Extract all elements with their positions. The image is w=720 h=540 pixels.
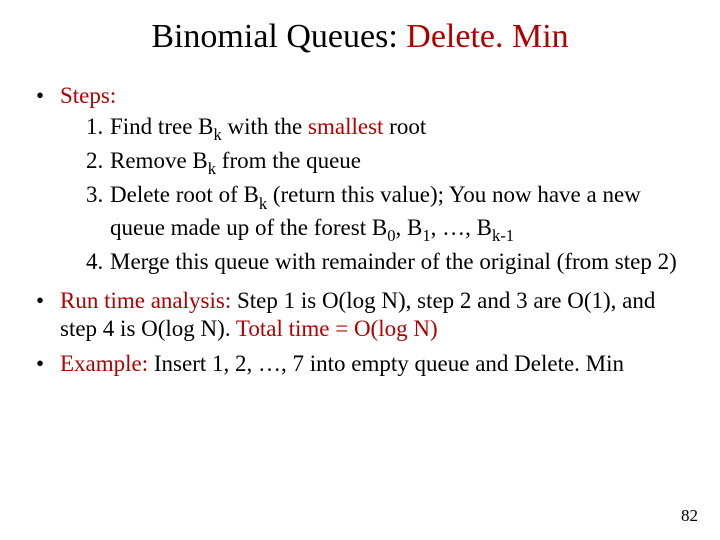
step-text: from the queue	[216, 148, 361, 173]
bullet-steps: Steps: 1. Find tree Bk with the smallest…	[36, 82, 692, 277]
step-number: 2.	[86, 147, 103, 176]
slide-title: Binomial Queues: Delete. Min	[28, 18, 692, 56]
step-number: 1.	[86, 113, 103, 142]
example-text: Delete. Min	[514, 351, 624, 376]
runtime-total: Total time = O(log N)	[236, 316, 438, 341]
step-2: 2. Remove Bk from the queue	[86, 147, 692, 179]
step-number: 4.	[86, 248, 103, 277]
subscript-k: k	[208, 159, 216, 178]
page-number: 82	[681, 506, 698, 526]
subscript-k-1: k-1	[492, 226, 514, 245]
step-text: root	[383, 114, 426, 139]
title-text-b: Delete. Min	[406, 18, 568, 55]
subscript-k: k	[214, 125, 222, 144]
step-text: with the	[222, 114, 308, 139]
subscript-k: k	[259, 194, 267, 213]
step-text-em: smallest	[308, 114, 383, 139]
step-1: 1. Find tree Bk with the smallest root	[86, 113, 692, 145]
example-text: Insert 1, 2, …, 7 into empty queue and	[148, 351, 514, 376]
runtime-label: Run time analysis:	[60, 288, 231, 313]
step-4: 4. Merge this queue with remainder of th…	[86, 248, 692, 277]
step-3: 3. Delete root of Bk (return this value)…	[86, 181, 692, 246]
step-text: , …, B	[431, 215, 492, 240]
step-text: Delete root of B	[110, 182, 259, 207]
title-text-a: Binomial Queues:	[151, 18, 406, 55]
step-number: 3.	[86, 181, 103, 210]
slide-body: Steps: 1. Find tree Bk with the smallest…	[28, 82, 692, 379]
steps-list: 1. Find tree Bk with the smallest root 2…	[60, 113, 692, 277]
bullet-runtime: Run time analysis: Step 1 is O(log N), s…	[36, 287, 692, 345]
bullet-example: Example: Insert 1, 2, …, 7 into empty qu…	[36, 350, 692, 379]
step-text: , B	[395, 215, 422, 240]
example-label: Example:	[60, 351, 148, 376]
slide: Binomial Queues: Delete. Min Steps: 1. F…	[0, 0, 720, 540]
steps-label: Steps:	[60, 83, 116, 108]
subscript-0: 0	[387, 226, 395, 245]
step-text: Merge this queue with remainder of the o…	[110, 249, 677, 274]
step-text: Find tree B	[110, 114, 214, 139]
step-text: Remove B	[110, 148, 208, 173]
subscript-1: 1	[422, 226, 430, 245]
